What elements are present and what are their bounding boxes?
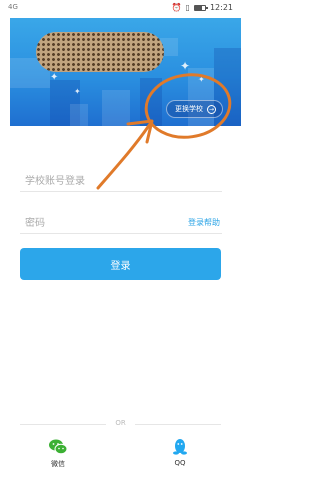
sparkle-icon: ✦ <box>74 87 81 96</box>
sparkle-icon: ✦ <box>198 75 205 84</box>
sparkle-icon: ✦ <box>180 59 191 73</box>
alarm-icon: ⏰ <box>171 2 182 12</box>
redacted-school-name <box>36 32 164 72</box>
sparkle-icon: ✦ <box>50 72 59 83</box>
or-divider: OR <box>20 418 221 430</box>
arrow-right-circle-icon: → <box>207 104 216 114</box>
login-button-label: 登录 <box>110 260 131 272</box>
or-text: OR <box>115 419 126 427</box>
change-school-label: 更换学校 <box>175 105 203 113</box>
account-placeholder: 学校账号登录 <box>25 176 85 187</box>
wechat-icon <box>48 438 68 456</box>
password-label: 密码 <box>25 218 45 229</box>
qq-icon <box>170 438 190 456</box>
battery-icon <box>193 4 208 11</box>
account-field[interactable]: 学校账号登录 <box>20 166 222 192</box>
login-help-link[interactable]: 登录帮助 <box>188 217 220 228</box>
wechat-login-button[interactable]: 微信 <box>33 438 83 469</box>
qq-label: QQ <box>174 459 186 467</box>
signal-indicator: 4G <box>8 3 18 11</box>
vibrate-icon: ▯ <box>185 2 190 12</box>
login-button[interactable]: 登录 <box>20 248 221 280</box>
qq-login-button[interactable]: QQ <box>155 438 205 467</box>
password-field[interactable]: 密码 登录帮助 <box>20 208 222 234</box>
wechat-label: 微信 <box>51 460 65 468</box>
clock: 12:21 <box>209 3 233 12</box>
change-school-button[interactable]: 更换学校 → <box>166 100 223 118</box>
status-bar: 4G ⏰ ▯ 12:21 <box>0 0 241 18</box>
